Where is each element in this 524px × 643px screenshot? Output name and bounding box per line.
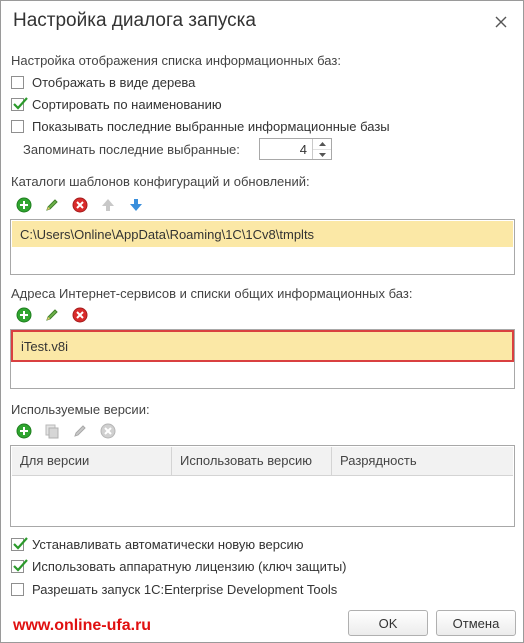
move-down-icon[interactable] [127,196,145,214]
templates-heading: Каталоги шаблонов конфигураций и обновле… [11,174,310,189]
services-list[interactable]: iTest.v8i [10,329,515,389]
option-allow-edt[interactable]: Разрешать запуск 1С:Enterprise Developme… [11,581,337,597]
column-header-use-version[interactable]: Использовать версию [172,447,332,475]
checkmark-icon [13,558,28,572]
option-label: Разрешать запуск 1С:Enterprise Developme… [32,581,338,597]
dialog-title: Настройка диалога запуска [13,10,256,31]
option-label: Сортировать по наименованию [32,96,222,112]
display-settings-heading: Настройка отображения списка информацион… [11,53,341,68]
add-icon[interactable] [15,306,33,324]
move-up-icon [99,196,117,214]
versions-table[interactable]: Для версии Использовать версию Разряднос… [10,445,515,527]
versions-table-header: Для версии Использовать версию Разряднос… [12,447,513,476]
option-label: Устанавливать автоматически новую версию [32,536,304,552]
templates-list[interactable]: C:\Users\Online\AppData\Roaming\1C\1Cv8\… [10,219,515,275]
launch-settings-dialog: Настройка диалога запуска Настройка отоб… [0,0,524,643]
checkmark-icon [13,536,28,550]
option-tree-view[interactable]: Отображать в виде дерева [11,74,195,90]
checkmark-icon [13,96,28,110]
services-toolbar [15,306,99,324]
delete-icon [99,422,117,440]
edit-icon [71,422,89,440]
option-auto-install[interactable]: Устанавливать автоматически новую версию [11,536,304,552]
column-header-bitness[interactable]: Разрядность [332,447,513,475]
option-sort-by-name[interactable]: Сортировать по наименованию [11,96,222,112]
checkbox-checked[interactable] [11,558,28,573]
copy-icon [43,422,61,440]
list-item[interactable]: C:\Users\Online\AppData\Roaming\1C\1Cv8\… [12,221,513,247]
ok-button[interactable]: OK [348,610,428,636]
versions-toolbar [15,422,127,440]
edit-icon[interactable] [43,196,61,214]
stepper-up-icon[interactable] [313,139,331,150]
remember-recent-stepper[interactable]: 4 [259,138,332,160]
stepper-value: 4 [299,142,307,157]
checkbox-checked[interactable] [11,96,28,111]
option-label: Показывать последние выбранные информаци… [32,118,390,134]
stepper-down-icon[interactable] [313,150,331,160]
versions-heading: Используемые версии: [11,402,150,417]
checkbox[interactable] [11,582,24,596]
add-icon[interactable] [15,422,33,440]
checkbox[interactable] [11,75,24,89]
close-icon[interactable] [492,13,510,31]
list-item[interactable]: iTest.v8i [11,330,514,362]
checkbox-checked[interactable] [11,536,28,551]
templates-toolbar [15,196,155,214]
delete-icon[interactable] [71,196,89,214]
edit-icon[interactable] [43,306,61,324]
option-label: Использовать аппаратную лицензию (ключ з… [32,558,347,574]
checkbox[interactable] [11,119,24,133]
option-hardware-license[interactable]: Использовать аппаратную лицензию (ключ з… [11,558,347,574]
option-label: Отображать в виде дерева [32,74,196,90]
cancel-button[interactable]: Отмена [436,610,516,636]
add-icon[interactable] [15,196,33,214]
remember-recent-label: Запоминать последние выбранные: [23,142,240,157]
option-show-recent[interactable]: Показывать последние выбранные информаци… [11,118,390,134]
watermark: www.online-ufa.ru [13,617,152,634]
services-heading: Адреса Интернет-сервисов и списки общих … [11,286,413,301]
delete-icon[interactable] [71,306,89,324]
column-header-for-version[interactable]: Для версии [12,447,172,475]
